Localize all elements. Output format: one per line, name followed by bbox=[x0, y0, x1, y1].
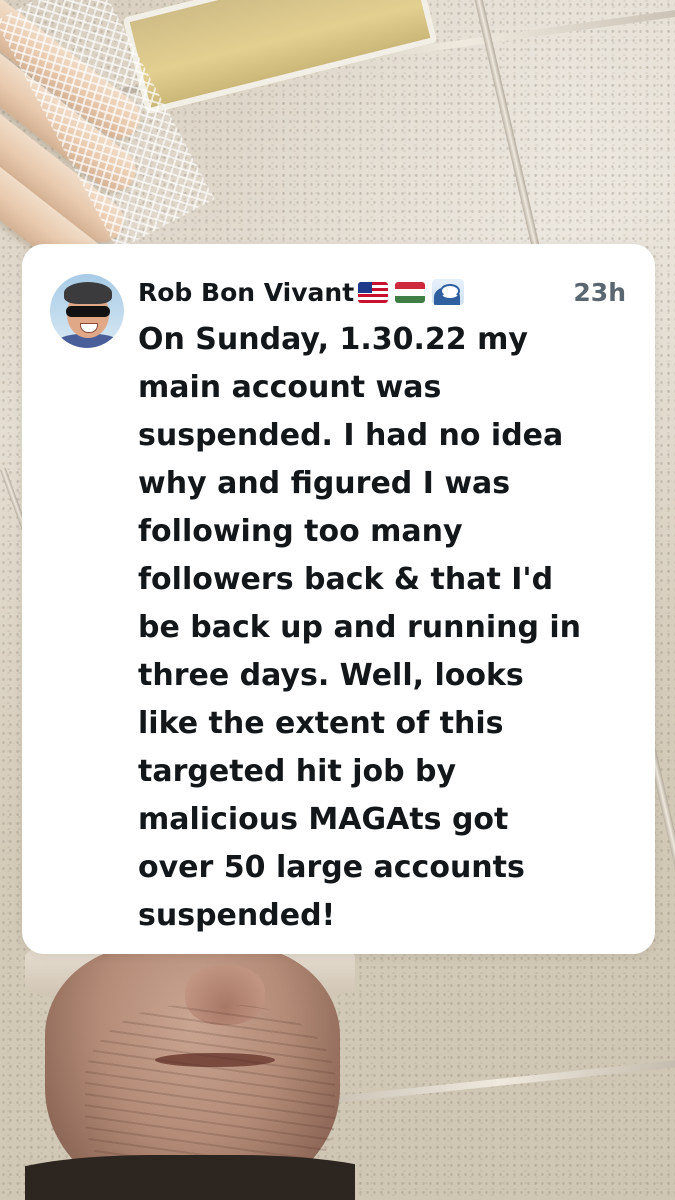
us-flag-icon bbox=[358, 281, 389, 303]
hungary-flag-icon bbox=[395, 281, 426, 303]
tweet-text-line: over 50 large accounts bbox=[138, 850, 525, 885]
tweet-text-line: suspended. I had no idea bbox=[138, 418, 564, 453]
wave-icon bbox=[432, 279, 465, 305]
tweet-text-line: following too many bbox=[138, 514, 463, 549]
tweet-text-line: main account was bbox=[138, 370, 442, 405]
tweet-text-line: why and figured I was bbox=[138, 466, 511, 501]
tweet-text-line: suspended! bbox=[138, 898, 336, 933]
author-name[interactable]: Rob Bon Vivant bbox=[138, 278, 354, 307]
tweet-text-line: malicious MAGAts got bbox=[138, 802, 509, 837]
tweet-card[interactable]: Rob Bon Vivant 23h On Sunday, 1.30.22 my… bbox=[22, 244, 655, 954]
tweet-text-line: followers back & that I'd bbox=[138, 562, 554, 597]
story-screen: Rob Bon Vivant 23h On Sunday, 1.30.22 my… bbox=[0, 0, 675, 1200]
tweet-text-line: like the extent of this bbox=[138, 706, 504, 741]
tweet-text-line: be back up and running in bbox=[138, 610, 582, 645]
privacy-curtain bbox=[0, 0, 230, 260]
selfie-person bbox=[25, 930, 355, 1200]
tweet-text: On Sunday, 1.30.22 my main account was s… bbox=[138, 316, 633, 940]
avatar[interactable] bbox=[50, 274, 124, 348]
tweet-header: Rob Bon Vivant 23h bbox=[138, 274, 626, 310]
name-emojis bbox=[358, 279, 465, 305]
tweet-text-line: three days. Well, looks bbox=[138, 658, 524, 693]
tweet-timestamp[interactable]: 23h bbox=[573, 278, 626, 307]
tweet-text-line: On Sunday, 1.30.22 my bbox=[138, 322, 528, 357]
tweet-text-line: targeted hit job by bbox=[138, 754, 457, 789]
